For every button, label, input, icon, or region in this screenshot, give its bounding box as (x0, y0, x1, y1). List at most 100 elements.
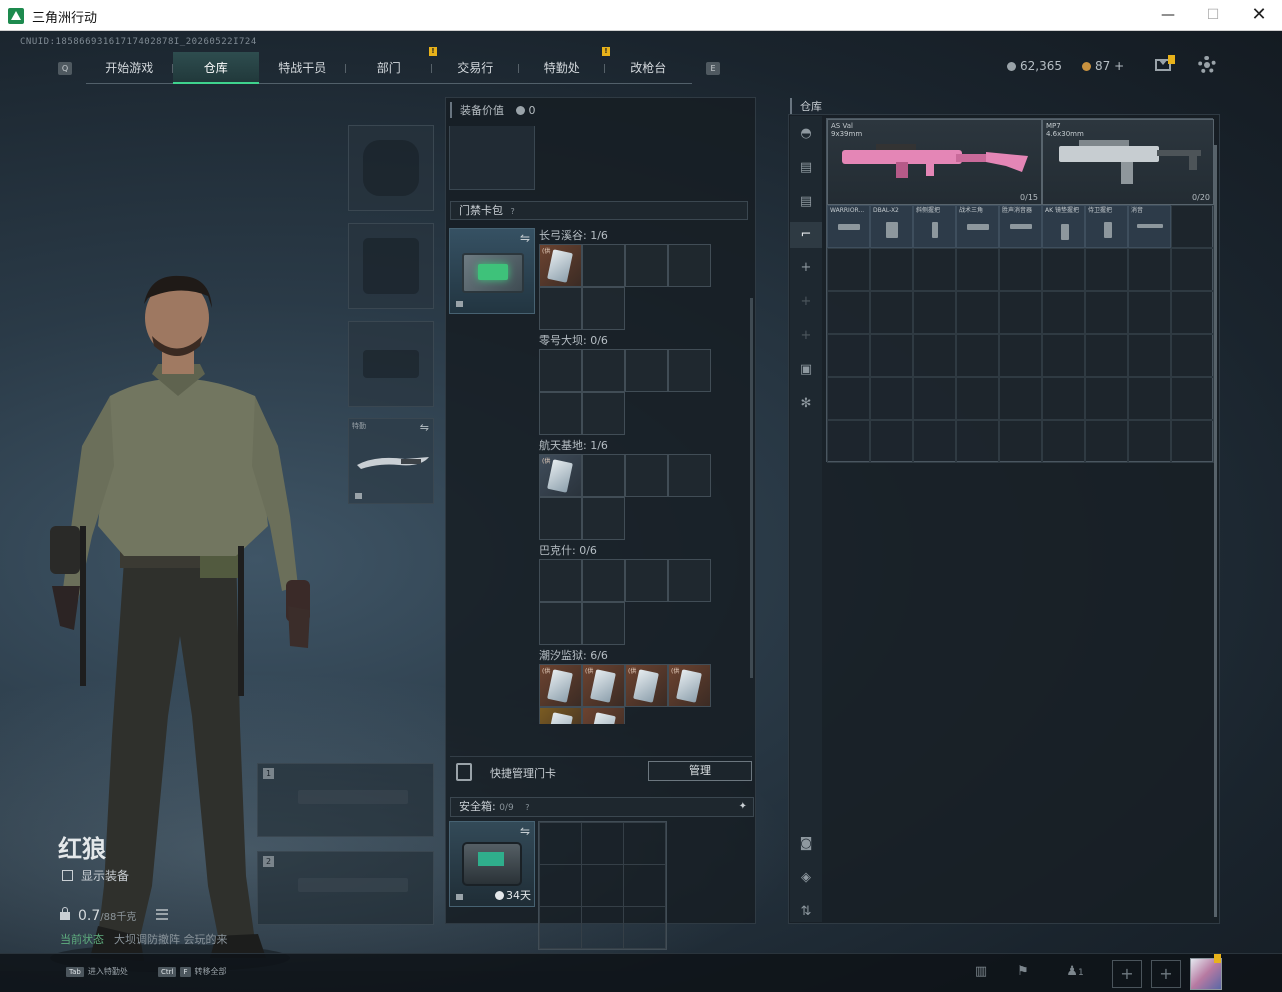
keycard-cell[interactable] (539, 602, 582, 645)
warehouse-cell[interactable] (1042, 377, 1085, 420)
helmet-icon[interactable]: ◓ (798, 126, 814, 142)
keycard-cell[interactable] (668, 349, 711, 392)
warehouse-cell[interactable] (1042, 248, 1085, 291)
accessory-item[interactable]: 战术三角 (956, 205, 999, 248)
warehouse-cell[interactable] (870, 420, 913, 463)
gun-icon[interactable]: ⌐ (790, 222, 822, 248)
keycard-item[interactable] (582, 707, 625, 724)
warehouse-cell[interactable] (1042, 334, 1085, 377)
minimize-button[interactable]: — (1145, 0, 1191, 31)
nav-prev-button[interactable]: Q (58, 62, 72, 75)
keycard-cell[interactable] (582, 244, 625, 287)
accessory-item[interactable]: WARRIOR... (827, 205, 870, 248)
lock-icon[interactable]: ▣ (798, 362, 814, 378)
safebox-cell[interactable] (581, 822, 624, 865)
keycard-item[interactable]: (供 (539, 454, 582, 497)
tab-warehouse[interactable]: 仓库 (172, 52, 259, 84)
warehouse-cell[interactable] (1171, 248, 1214, 291)
safebox-cell[interactable] (581, 864, 624, 907)
safebox-cell[interactable] (623, 822, 666, 865)
keycard-cell[interactable] (539, 287, 582, 330)
warehouse-cell[interactable] (956, 334, 999, 377)
warehouse-cell[interactable] (956, 248, 999, 291)
safebox-cell[interactable] (539, 906, 582, 949)
warehouse-cell[interactable] (1042, 291, 1085, 334)
keycard-cell[interactable] (582, 559, 625, 602)
primary-weapon-slot-1[interactable]: 1 (257, 763, 434, 837)
plus-icon[interactable]: + (798, 260, 814, 276)
stats-chart-icon[interactable]: ▥ (972, 964, 990, 980)
keycard-cell[interactable] (582, 349, 625, 392)
warehouse-cell[interactable] (870, 248, 913, 291)
tab-start-game[interactable]: 开始游戏 (86, 52, 173, 84)
warehouse-cell[interactable] (1128, 248, 1171, 291)
keycard-item[interactable]: (供 (582, 664, 625, 707)
keycard-item[interactable] (539, 707, 582, 724)
tab-gunsmith[interactable]: 改枪台 (605, 52, 692, 84)
keycard-cell[interactable] (625, 559, 668, 602)
warehouse-cell[interactable] (1128, 291, 1171, 334)
warehouse-cell[interactable] (1042, 420, 1085, 463)
safebox-cell[interactable] (539, 822, 582, 865)
safebox-cell[interactable] (623, 864, 666, 907)
armor-slot[interactable] (348, 223, 434, 309)
warehouse-cell[interactable] (827, 334, 870, 377)
warehouse-cell[interactable] (1085, 377, 1128, 420)
gun-item-mp7[interactable]: MP7 4.6x30mm 0/20 (1042, 119, 1214, 205)
warehouse-cell[interactable] (913, 291, 956, 334)
warehouse-cell[interactable] (1171, 377, 1214, 420)
close-button[interactable]: ✕ (1236, 0, 1282, 31)
warehouse-cell[interactable] (913, 377, 956, 420)
swap-icon[interactable]: ⇋ (520, 231, 530, 245)
keycard-cell[interactable] (582, 454, 625, 497)
safebox-cell[interactable] (539, 864, 582, 907)
swap-icon[interactable]: ⇋ (520, 824, 530, 838)
warehouse-cell[interactable] (956, 377, 999, 420)
warehouse-cell[interactable] (870, 334, 913, 377)
warehouse-cell[interactable] (1085, 420, 1128, 463)
warehouse-cell[interactable] (913, 334, 956, 377)
warehouse-cell[interactable] (1171, 420, 1214, 463)
accessory-item[interactable]: 消音 (1128, 205, 1171, 248)
list-icon[interactable] (156, 909, 168, 920)
keycard-cell[interactable] (582, 287, 625, 330)
keycard-cell[interactable] (668, 244, 711, 287)
warehouse-cell[interactable] (1085, 248, 1128, 291)
accessory-item[interactable]: 斜侧握把 (913, 205, 956, 248)
keycard-cell[interactable] (625, 244, 668, 287)
plus-icon[interactable]: + (798, 328, 814, 344)
hint-enter-special-ops[interactable]: Tab 进入特勤处 (66, 966, 128, 977)
layer-icon[interactable]: ▤ (798, 194, 814, 210)
keycard-item[interactable]: (供 (539, 244, 582, 287)
keycard-item[interactable]: (供 (668, 664, 711, 707)
warehouse-cell[interactable] (999, 248, 1042, 291)
keycard-cell[interactable] (582, 497, 625, 540)
sort-icon[interactable]: ◙ (798, 836, 814, 852)
plus-icon[interactable]: + (798, 294, 814, 310)
keycard-cell[interactable] (625, 454, 668, 497)
flag-icon[interactable]: ⚑ (1014, 964, 1032, 980)
gun-item-as-val[interactable]: AS Val 9x39mm 0/15 (827, 119, 1042, 205)
keycard-cell[interactable] (668, 559, 711, 602)
warehouse-cell[interactable] (827, 291, 870, 334)
swap-icon[interactable]: ⇋ (420, 421, 429, 434)
backpack-slot[interactable] (449, 126, 535, 190)
helmet-slot[interactable] (348, 125, 434, 211)
invite-slot-button[interactable]: + (1112, 960, 1142, 988)
accessory-item[interactable]: DBAL-X2 (870, 205, 913, 248)
tab-trading[interactable]: 交易行 (432, 52, 519, 84)
maximize-button[interactable]: ☐ (1190, 0, 1236, 31)
warehouse-cell[interactable] (1085, 291, 1128, 334)
keycard-cell[interactable] (668, 454, 711, 497)
warehouse-cell[interactable] (827, 377, 870, 420)
warehouse-cell[interactable] (1128, 334, 1171, 377)
keycard-cell[interactable] (582, 392, 625, 435)
primary-weapon-slot-2[interactable]: 2 (257, 851, 434, 925)
gold-currency[interactable]: 87 + (1082, 59, 1124, 73)
keycard-cell[interactable] (625, 349, 668, 392)
warehouse-cell[interactable] (913, 248, 956, 291)
warehouse-cell[interactable] (1128, 377, 1171, 420)
keycard-cell[interactable] (539, 559, 582, 602)
manage-button[interactable]: 管理 (648, 761, 752, 781)
warehouse-cell[interactable] (956, 420, 999, 463)
